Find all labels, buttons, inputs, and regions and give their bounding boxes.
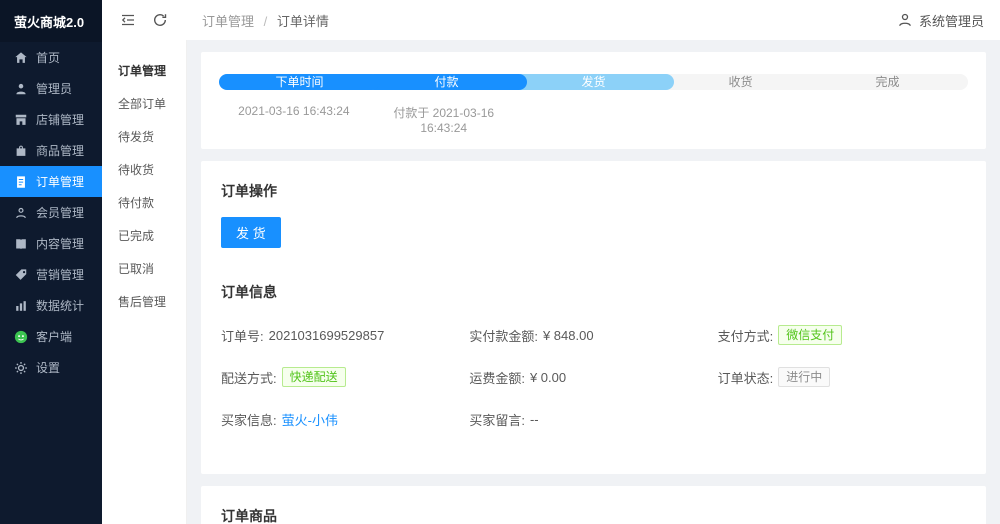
user-name: 系统管理员: [918, 13, 984, 29]
user-menu[interactable]: 系统管理员: [897, 11, 984, 30]
sidebar-item-goods[interactable]: 商品管理: [0, 135, 102, 166]
sidebar-item-home[interactable]: 首页: [0, 42, 102, 73]
sidebar-item-members[interactable]: 会员管理: [0, 197, 102, 228]
sidebar-item-label: 设置: [36, 361, 61, 375]
sidebar-item-content[interactable]: 内容管理: [0, 228, 102, 259]
admin-icon: [14, 82, 28, 96]
refresh-icon[interactable]: [152, 12, 168, 28]
sidebar-item-client[interactable]: 客户端: [0, 321, 102, 352]
sidebar-item-label: 商品管理: [36, 144, 85, 158]
order-icon: [14, 175, 28, 189]
sidebar-item-admin[interactable]: 管理员: [0, 73, 102, 104]
payment-method-tag: 微信支付: [778, 325, 843, 345]
submenu-item-all[interactable]: 全部订单: [102, 89, 186, 118]
sidebar-item-label: 会员管理: [36, 206, 85, 220]
step-complete: 完成: [807, 74, 968, 90]
products-title: 订单商品: [221, 508, 277, 524]
settings-icon: [14, 361, 28, 375]
submenu-item-to-receive[interactable]: 待收货: [102, 155, 186, 184]
order-products-card: 订单商品 商品信息 商品编码 重量(Kg) 单价 购买数量 商品总价: [201, 486, 986, 524]
marketing-icon: [14, 268, 28, 282]
ship-button[interactable]: 发 货: [221, 217, 281, 248]
sidebar-item-orders[interactable]: 订单管理: [0, 166, 102, 197]
sidebar-item-label: 首页: [36, 51, 61, 65]
submenu-item-to-ship[interactable]: 待发货: [102, 122, 186, 151]
step-receiving: 收货: [660, 74, 821, 90]
sidebar-item-label: 数据统计: [36, 299, 85, 313]
field-payment-method: 支付方式: 微信支付: [718, 324, 966, 346]
buyer-link[interactable]: 萤火-小伟: [282, 410, 338, 429]
order-progress-card: 下单时间 付款 发货 收货 完成 2021-03-16 16:43:24 付款于…: [201, 52, 986, 149]
field-shipping-fee: 运费金额: ¥ 0.00: [469, 369, 567, 386]
order-steps: 下单时间 付款 发货 收货 完成: [219, 74, 968, 90]
top-header: 订单管理 / 订单详情 系统管理员: [102, 0, 1000, 40]
operation-title: 订单操作: [221, 183, 277, 199]
home-icon: [14, 51, 28, 65]
breadcrumb-separator: /: [263, 13, 268, 29]
submenu-item-aftersale[interactable]: 售后管理: [102, 287, 186, 316]
order-detail-card: 订单操作 发 货 订单信息 订单号: 2021031699529857 配送方式…: [201, 161, 986, 474]
content-icon: [14, 237, 28, 251]
breadcrumb-parent[interactable]: 订单管理: [202, 14, 254, 29]
sidebar-item-label: 营销管理: [36, 268, 85, 282]
step-ordered: 下单时间: [219, 74, 380, 90]
sidebar-item-stats[interactable]: 数据统计: [0, 290, 102, 321]
sidebar-item-label: 店铺管理: [36, 113, 85, 127]
sidebar-item-shop[interactable]: 店铺管理: [0, 104, 102, 135]
step-paid: 付款: [366, 74, 527, 90]
breadcrumb: 订单管理 / 订单详情: [202, 11, 329, 30]
field-order-no: 订单号: 2021031699529857: [221, 327, 385, 344]
sidebar-item-label: 客户端: [36, 330, 73, 344]
breadcrumb-current: 订单详情: [276, 13, 329, 29]
step-note-paid: 付款于 2021-03-16 16:43:24: [393, 106, 495, 135]
field-buyer-info: 买家信息: 萤火-小伟: [221, 408, 469, 430]
sidebar-item-label: 订单管理: [36, 175, 85, 189]
secondary-sidebar: 订单管理 全部订单 待发货 待收货 待付款 已完成 已取消 售后管理: [102, 40, 187, 524]
order-info-grid: 订单号: 2021031699529857 配送方式: 快递配送 买家信息: 萤…: [221, 324, 966, 450]
submenu-item-cancelled[interactable]: 已取消: [102, 254, 186, 283]
primary-sidebar: 萤火商城2.0 首页 管理员 店铺管理 商品管理 订单管理 会员管理 内容管理: [0, 0, 102, 524]
stats-icon: [14, 299, 28, 313]
step-note-ordered: 2021-03-16 16:43:24: [238, 104, 350, 118]
client-icon: [14, 330, 28, 344]
sidebar-item-marketing[interactable]: 营销管理: [0, 259, 102, 290]
order-no-value: 2021031699529857: [268, 327, 385, 343]
delivery-method-tag: 快递配送: [281, 367, 346, 387]
shop-icon: [14, 113, 28, 127]
field-delivery-method: 配送方式: 快递配送: [221, 366, 469, 388]
member-icon: [14, 206, 28, 220]
app-logo: 萤火商城2.0: [0, 0, 102, 42]
app-window: 萤火商城2.0 首页 管理员 店铺管理 商品管理 订单管理 会员管理 内容管理: [0, 0, 1000, 524]
sidebar-item-label: 内容管理: [36, 237, 85, 251]
submenu-item-to-pay[interactable]: 待付款: [102, 188, 186, 217]
menu-fold-icon[interactable]: [120, 12, 136, 28]
goods-icon: [14, 144, 28, 158]
submenu-title: 订单管理: [118, 64, 167, 78]
field-paid-amount: 实付款金额: ¥ 848.00: [469, 327, 594, 344]
step-shipping: 发货: [513, 74, 674, 90]
field-order-status: 订单状态: 进行中: [718, 366, 966, 388]
main-content: 下单时间 付款 发货 收货 完成 2021-03-16 16:43:24 付款于…: [187, 40, 1000, 524]
order-info-title: 订单信息: [221, 284, 277, 300]
user-icon: [897, 12, 913, 28]
sidebar-item-label: 管理员: [36, 82, 73, 96]
sidebar-item-settings[interactable]: 设置: [0, 352, 102, 383]
order-status-tag: 进行中: [778, 367, 831, 387]
submenu-item-completed[interactable]: 已完成: [102, 221, 186, 250]
field-buyer-message: 买家留言: --: [469, 411, 539, 428]
